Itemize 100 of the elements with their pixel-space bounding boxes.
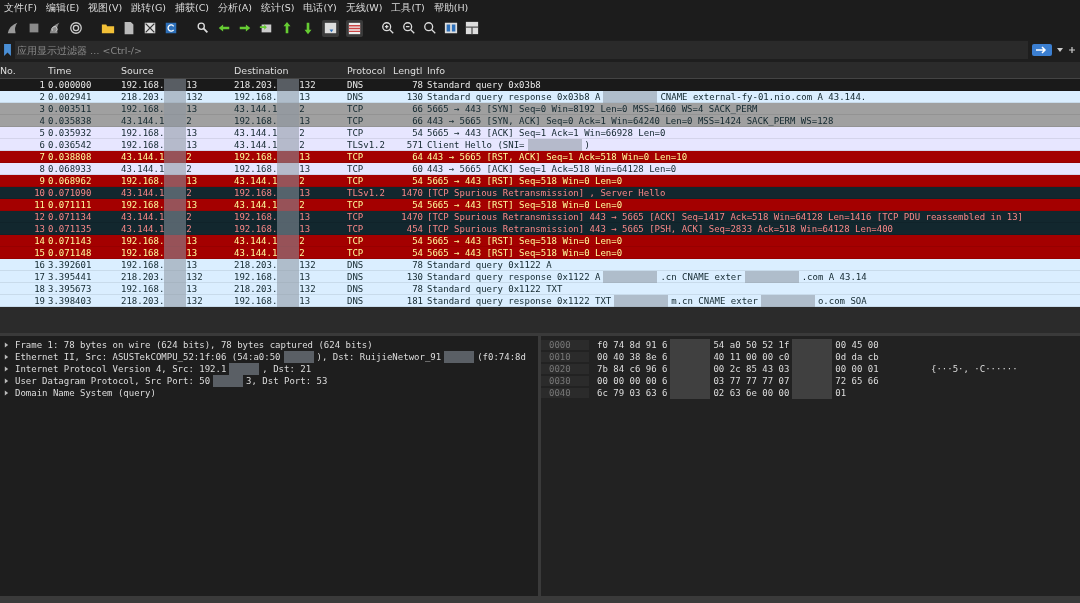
hex-bytes: 03 77 77 77 07 — [713, 376, 790, 386]
restart-icon[interactable] — [48, 21, 62, 35]
table-cell-text: 12 — [33, 211, 45, 222]
redaction-block — [277, 186, 300, 199]
add-icon[interactable] — [1068, 46, 1076, 54]
expand-arrow-icon[interactable] — [4, 378, 9, 384]
menu-item[interactable]: 文件(F) — [4, 1, 37, 15]
packet-row[interactable]: 13 0.071135 43.144.1 2 192.168. 13 TCP 454 [TCP Spurious Retransmission] 443 → 5665 [PSH, ACK] Seq=2833 Ack=518 Win=64128 Len=400 — [0, 223, 1080, 235]
hex-bytes: 00 40 38 8e 6 — [597, 352, 668, 362]
detail-text[interactable]: (f0:74:8d — [477, 352, 526, 362]
redaction-block — [164, 282, 187, 295]
detail-text[interactable]: , Dst: 21 — [262, 364, 312, 374]
packet-row[interactable]: 4 0.035838 43.144.1 2 192.168. 13 TCP 66 443 → 5665 [SYN, ACK] Seq=0 Ack=1 Win=64240 Len=0 MSS=1424 SACK_PERM WS=128 — [0, 115, 1080, 127]
expand-arrow-icon[interactable] — [4, 342, 9, 348]
autoscroll-icon[interactable] — [322, 19, 339, 37]
packet-row[interactable]: 5 0.035932 192.168. 13 43.144.1 2 TCP 54 5665 → 443 [ACK] Seq=1 Ack=1 Win=66928 Len=0 — [0, 127, 1080, 139]
hex-bytes: 00 2c 85 43 03 — [713, 364, 790, 374]
table-cell: 192.168. — [121, 259, 165, 270]
table-cell: 2 — [186, 211, 192, 222]
menu-item[interactable]: 无线(W) — [345, 1, 383, 15]
expand-arrow-icon[interactable] — [4, 366, 9, 372]
layout-icon[interactable] — [465, 21, 479, 35]
zoom-in-icon[interactable] — [381, 21, 395, 35]
table-cell-text: 1 — [38, 79, 45, 90]
packet-row[interactable]: 17 3.395441 218.203. 132 192.168. 13 DNS 130 Standard query response 0x1122 A .cn CNAME exter .com A 43.14 — [0, 271, 1080, 283]
search-icon[interactable] — [196, 21, 210, 35]
detail-text[interactable]: Frame 1: 78 bytes on wire (624 bits), 78 bytes captured (624 bits) — [15, 340, 373, 350]
detail-text[interactable]: ), Dst: RuijieNetwor_91 — [316, 352, 442, 362]
detail-text[interactable]: Internet Protocol Version 4, Src: 192.1 — [15, 364, 227, 374]
column-header[interactable]: Destination — [234, 64, 347, 76]
packet-row[interactable]: 19 3.398403 218.203. 132 192.168. 13 DNS 181 Standard query response 0x1122 TXT m.cn CNAME exter o.com SOA — [0, 295, 1080, 307]
table-cell-text: TCP — [347, 163, 365, 174]
table-cell: 2 — [186, 115, 192, 126]
detail-text[interactable]: Domain Name System (query) — [15, 388, 156, 398]
column-header[interactable]: Source — [121, 64, 234, 76]
table-cell-text: 6 — [38, 139, 45, 150]
table-cell-text: TCP — [347, 151, 365, 162]
reload-icon[interactable] — [164, 21, 178, 35]
redaction-block — [164, 246, 187, 259]
zoom-out-icon[interactable] — [402, 21, 416, 35]
menu-item[interactable]: 统计(S) — [261, 1, 295, 15]
packet-row[interactable]: 1 0.000000 192.168. 13 218.203. 132 DNS 78 Standard query 0x03b8 — [0, 79, 1080, 91]
colorize-icon[interactable] — [346, 19, 363, 37]
column-header[interactable]: Info — [423, 64, 445, 76]
menu-item[interactable]: 捕获(C) — [175, 1, 210, 15]
menu-item[interactable]: 视图(V) — [88, 1, 123, 15]
packet-row[interactable]: 11 0.071111 192.168. 13 43.144.1 2 TCP 54 5665 → 443 [RST] Seq=518 Win=0 Len=0 — [0, 199, 1080, 211]
zoom-reset-icon[interactable] — [423, 21, 437, 35]
expand-arrow-icon[interactable] — [4, 354, 9, 360]
table-cell: 2 — [299, 235, 305, 246]
packet-row[interactable]: 18 3.395673 192.168. 13 218.203. 132 DNS 78 Standard query 0x1122 TXT — [0, 283, 1080, 295]
packet-row[interactable]: 14 0.071143 192.168. 13 43.144.1 2 TCP 54 5665 → 443 [RST] Seq=518 Win=0 Len=0 — [0, 235, 1080, 247]
display-filter-field[interactable]: 应用显示过滤器 … <Ctrl-/> — [15, 41, 1028, 59]
table-cell-text: DNS — [347, 91, 365, 102]
menu-item[interactable]: 工具(T) — [391, 1, 425, 15]
packet-row[interactable]: 8 0.068933 43.144.1 2 192.168. 13 TCP 60 443 → 5665 [ACK] Seq=1 Ack=518 Win=64128 Len=0 — [0, 163, 1080, 175]
detail-text[interactable]: Ethernet II, Src: ASUSTekCOMPU_52:1f:06 (54:a0:50 — [15, 352, 281, 362]
table-cell-text: 0.071148 — [47, 247, 93, 258]
menu-item[interactable]: 电话(Y) — [303, 1, 337, 15]
menu-item[interactable]: 跳转(G) — [131, 1, 166, 15]
scrollbar[interactable] — [0, 596, 538, 603]
table-cell-text: 19 — [33, 295, 45, 306]
column-header[interactable]: No. — [0, 64, 45, 76]
table-cell-text: TCP — [347, 211, 365, 222]
shark-fin-icon[interactable] — [6, 21, 20, 35]
table-cell: 192.168. — [234, 223, 278, 234]
table-cell: 2 — [186, 187, 192, 198]
table-cell: Standard query response 0x1122 A — [427, 271, 601, 282]
packet-row[interactable]: 15 0.071148 192.168. 13 43.144.1 2 TCP 54 5665 → 443 [RST] Seq=518 Win=0 Len=0 — [0, 247, 1080, 259]
file-icon[interactable] — [122, 21, 136, 35]
bookmark-icon[interactable] — [4, 44, 11, 56]
table-cell: .com A 43.14 — [801, 271, 867, 282]
byte-offset: 0020 — [541, 364, 589, 374]
column-header[interactable]: Time — [45, 64, 121, 76]
table-cell-text: 1470 — [400, 211, 423, 222]
packet-row[interactable]: 6 0.036542 192.168. 13 43.144.1 2 TLSv1.2 571 Client Hello (SNI= ) — [0, 139, 1080, 151]
column-header[interactable]: Protocol — [347, 64, 393, 76]
resize-columns-icon[interactable] — [444, 21, 458, 35]
menu-item[interactable]: 分析(A) — [218, 1, 252, 15]
packet-row[interactable]: 3 0.003511 192.168. 13 43.144.1 2 TCP 66 5665 → 443 [SYN] Seq=0 Win=8192 Len=0 MSS=1460 WS=4 SACK_PERM — [0, 103, 1080, 115]
close-file-icon[interactable] — [143, 21, 157, 35]
expand-arrow-icon[interactable] — [4, 390, 9, 396]
detail-text[interactable]: User Datagram Protocol, Src Port: 50 — [15, 376, 211, 386]
redaction-block — [527, 138, 582, 151]
menu-item[interactable]: 编辑(E) — [45, 1, 80, 15]
packet-row[interactable]: 7 0.038808 43.144.1 2 192.168. 13 TCP 64 443 → 5665 [RST, ACK] Seq=1 Ack=518 Win=0 Len=10 — [0, 151, 1080, 163]
table-cell-text: 3.395441 — [47, 271, 93, 282]
scrollbar[interactable] — [541, 596, 1080, 603]
packet-row[interactable]: 12 0.071134 43.144.1 2 192.168. 13 TCP 1470 [TCP Spurious Retransmission] 443 → 5665 [ACK] Seq=1417 Ack=518 Win=64128 Len=1416 [TCP PDU reassembled in 13] — [0, 211, 1080, 223]
caret-icon[interactable] — [1056, 46, 1064, 54]
stop-icon[interactable] — [27, 21, 41, 35]
settings-icon[interactable] — [69, 21, 83, 35]
packet-row[interactable]: 10 0.071090 43.144.1 2 192.168. 13 TLSv1.2 1470 [TCP Spurious Retransmission] , Server Hello — [0, 187, 1080, 199]
column-header[interactable]: Lengtl — [393, 64, 423, 76]
packet-row[interactable]: 2 0.002941 218.203. 132 192.168. 13 DNS 130 Standard query response 0x03b8 A CNAME external-fy-01.nio.com A 43.144. — [0, 91, 1080, 103]
packet-row[interactable]: 16 3.392601 192.168. 13 218.203. 132 DNS 78 Standard query 0x1122 A — [0, 259, 1080, 271]
table-cell: 192.168. — [234, 91, 278, 102]
detail-text[interactable]: 3, Dst Port: 53 — [246, 376, 328, 386]
packet-row[interactable]: 9 0.068962 192.168. 13 43.144.1 2 TCP 54 5665 → 443 [RST] Seq=518 Win=0 Len=0 — [0, 175, 1080, 187]
menu-item[interactable]: 帮助(H) — [433, 1, 469, 15]
